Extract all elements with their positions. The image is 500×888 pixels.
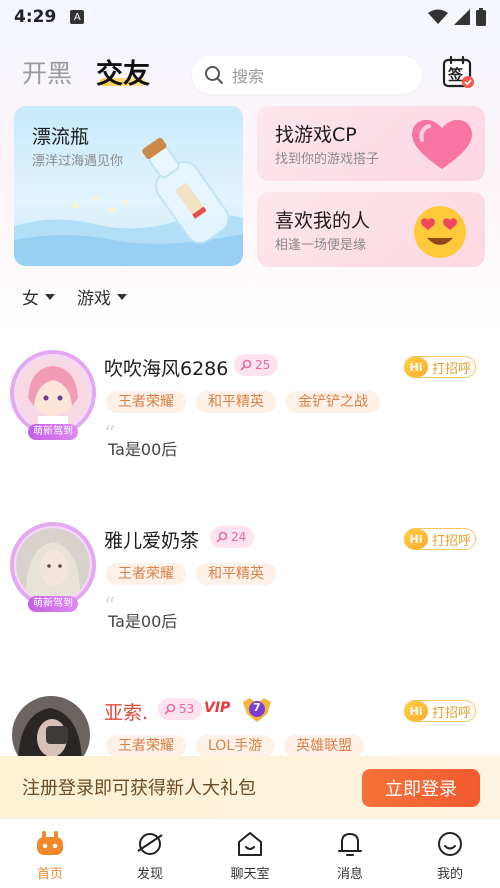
user-card[interactable]: 萌新驾到 吹吹海风6286 25 Hi 打招呼 王者荣耀 和平精英 金铲铲之战 … bbox=[0, 350, 500, 470]
game-tag: 英雄联盟 bbox=[284, 735, 365, 757]
nav-chatroom[interactable]: 聊天室 bbox=[200, 819, 300, 888]
search-icon bbox=[205, 66, 223, 84]
signal-icon bbox=[454, 9, 470, 25]
level-value: 25 bbox=[255, 358, 271, 372]
nav-label: 聊天室 bbox=[230, 867, 270, 882]
greet-label: 打招呼 bbox=[432, 533, 472, 549]
heart-eyes-emoji-icon bbox=[414, 206, 466, 258]
hi-icon: Hi bbox=[404, 701, 428, 721]
find-cp-subtitle: 找到你的游戏搭子 bbox=[275, 152, 380, 167]
nav-home[interactable]: 首页 bbox=[0, 819, 100, 888]
login-button[interactable]: 立即登录 bbox=[362, 769, 480, 807]
greet-label: 打招呼 bbox=[432, 705, 472, 721]
header: 开黑 交友 搜索 签 bbox=[0, 48, 500, 98]
who-likes-me-card[interactable]: 喜欢我的人 相逢一场便是缘 bbox=[257, 192, 485, 267]
gender-filter-label: 女 bbox=[22, 289, 39, 309]
nav-profile[interactable]: 我的 bbox=[400, 819, 500, 888]
level-badge: 25 bbox=[234, 354, 279, 376]
nav-label: 我的 bbox=[436, 867, 463, 882]
nav-label: 消息 bbox=[336, 867, 363, 882]
avatar-frame-badge: 萌新驾到 bbox=[28, 596, 78, 612]
username: 吹吹海风6286 bbox=[104, 358, 229, 380]
game-tags: 王者荣耀 和平精英 bbox=[106, 563, 276, 585]
find-cp-card[interactable]: 找游戏CP 找到你的游戏搭子 bbox=[257, 106, 485, 181]
who-likes-me-subtitle: 相逢一场便是缘 bbox=[275, 238, 367, 253]
bell-icon bbox=[338, 833, 362, 856]
wifi-icon bbox=[428, 9, 448, 24]
battery-icon bbox=[476, 8, 486, 26]
chevron-down-icon bbox=[117, 293, 127, 300]
key-icon bbox=[164, 703, 176, 715]
avatar[interactable]: 萌新驾到 bbox=[10, 350, 96, 440]
find-cp-title: 找游戏CP bbox=[275, 124, 357, 146]
avatar-frame-badge: 萌新驾到 bbox=[28, 424, 78, 440]
game-tags: 王者荣耀 LOL手游 英雄联盟 bbox=[106, 735, 365, 757]
search-placeholder: 搜索 bbox=[232, 67, 265, 86]
who-likes-me-title: 喜欢我的人 bbox=[275, 210, 371, 232]
hi-icon: Hi bbox=[404, 357, 428, 377]
tab-kaihei[interactable]: 开黑 bbox=[22, 54, 72, 90]
game-tag: 王者荣耀 bbox=[106, 563, 186, 585]
rank-value: 7 bbox=[253, 701, 261, 714]
game-tag: 和平精英 bbox=[196, 391, 276, 413]
chevron-down-icon bbox=[45, 293, 55, 300]
checkin-button[interactable]: 签 bbox=[440, 54, 476, 90]
nav-messages[interactable]: 消息 bbox=[300, 819, 400, 888]
game-tag: LOL手游 bbox=[196, 735, 275, 757]
status-time: 4:29 bbox=[14, 7, 57, 27]
level-badge: 24 bbox=[210, 526, 255, 548]
nav-discover[interactable]: 发现 bbox=[100, 819, 200, 888]
game-filter[interactable]: 游戏 bbox=[77, 284, 127, 309]
username: 亚索. bbox=[104, 702, 149, 724]
hi-icon: Hi bbox=[404, 529, 428, 549]
username: 雅儿爱奶茶 bbox=[104, 530, 200, 552]
smile-icon bbox=[438, 832, 462, 856]
status-bar: 4:29 A bbox=[0, 0, 500, 34]
game-tag: 王者荣耀 bbox=[106, 735, 186, 757]
tab-jiaoyou[interactable]: 交友 bbox=[96, 52, 150, 91]
rank-badge-icon: 7 bbox=[240, 694, 274, 724]
login-banner: 注册登录即可获得新人大礼包 立即登录 bbox=[0, 756, 500, 818]
game-tag: 和平精英 bbox=[196, 563, 276, 585]
heart-icon bbox=[412, 119, 472, 169]
greet-button[interactable]: Hi 打招呼 bbox=[404, 528, 476, 550]
user-card[interactable]: 萌新驾到 雅儿爱奶茶 24 Hi 打招呼 王者荣耀 和平精英 “ Ta是00后 bbox=[0, 522, 500, 642]
user-bio: Ta是00后 bbox=[108, 440, 178, 459]
notification-icon: A bbox=[70, 10, 85, 24]
filter-bar: 女 游戏 bbox=[22, 284, 127, 309]
gamepad-icon bbox=[37, 831, 63, 855]
avatar[interactable]: 萌新驾到 bbox=[10, 522, 96, 612]
gender-filter[interactable]: 女 bbox=[22, 284, 55, 309]
game-filter-label: 游戏 bbox=[77, 289, 111, 309]
nav-label: 发现 bbox=[136, 867, 163, 882]
planet-icon bbox=[137, 833, 163, 855]
search-input[interactable]: 搜索 bbox=[192, 56, 422, 94]
level-badge: 53 bbox=[158, 698, 203, 720]
vip-badge: VIP bbox=[204, 700, 231, 716]
game-tag: 王者荣耀 bbox=[106, 391, 186, 413]
bottom-nav: 首页 发现 聊天室 消息 我的 bbox=[0, 818, 500, 888]
login-banner-text: 注册登录即可获得新人大礼包 bbox=[22, 778, 256, 799]
checkin-label: 签 bbox=[448, 66, 464, 84]
game-tag: 金铲铲之战 bbox=[286, 391, 380, 413]
bottle-illustration bbox=[14, 137, 243, 266]
status-icons bbox=[428, 8, 486, 26]
greet-label: 打招呼 bbox=[432, 361, 472, 377]
notification-letter: A bbox=[73, 11, 81, 23]
greet-button[interactable]: Hi 打招呼 bbox=[404, 356, 476, 378]
user-card[interactable]: 亚索. 53 VIP 7 Hi 打招呼 王者荣耀 LOL手游 英雄联盟 bbox=[0, 694, 500, 774]
nav-label: 首页 bbox=[36, 867, 63, 882]
user-bio: Ta是00后 bbox=[108, 612, 178, 631]
level-value: 53 bbox=[179, 702, 195, 716]
game-tags: 王者荣耀 和平精英 金铲铲之战 bbox=[106, 391, 380, 413]
house-icon bbox=[238, 832, 262, 856]
key-icon bbox=[216, 531, 228, 543]
key-icon bbox=[240, 359, 252, 371]
level-value: 24 bbox=[231, 530, 247, 544]
drift-bottle-card[interactable]: 漂流瓶 漂洋过海遇见你 bbox=[14, 106, 243, 266]
greet-button[interactable]: Hi 打招呼 bbox=[404, 700, 476, 722]
